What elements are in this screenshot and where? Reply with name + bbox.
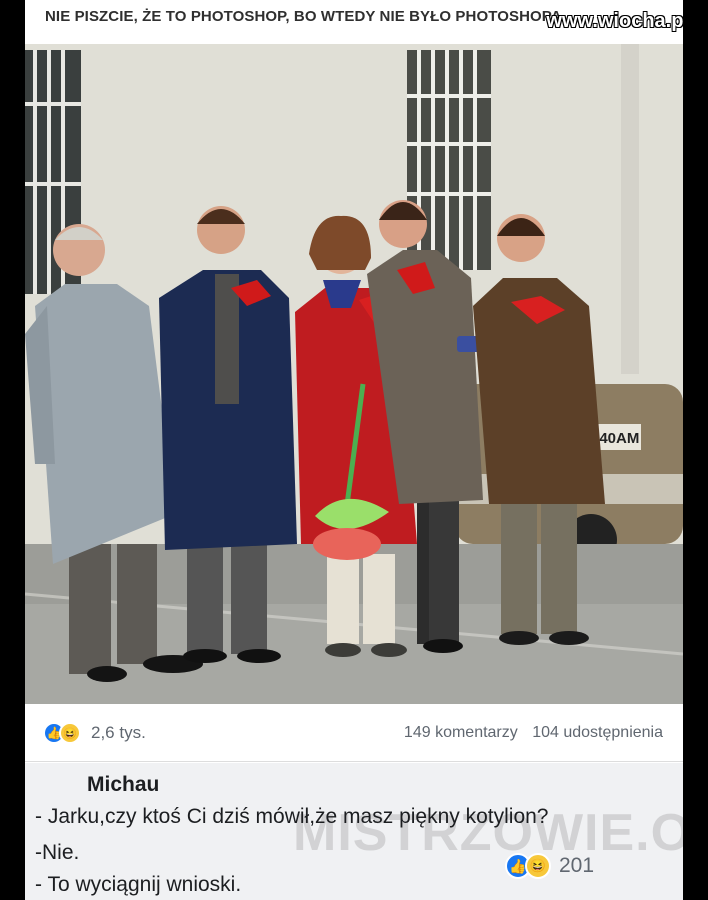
comment-line: - To wyciągnij wnioski. — [35, 873, 242, 896]
comment-line: - Jarku,czy ktoś Ci dziś mówił,że masz p… — [35, 805, 549, 828]
comments-count-link[interactable]: 149 komentarzy — [404, 724, 518, 741]
shares-count-link[interactable]: 104 udostępnienia — [532, 724, 663, 741]
post-reactions[interactable]: 👍 😆 2,6 tys. — [43, 722, 146, 744]
photo-illustration: 2040AM — [25, 44, 683, 704]
comment-reaction-count: 201 — [559, 854, 595, 877]
comment-line: -Nie. — [35, 841, 80, 864]
caption-bar: NIE PISZCIE, ŻE TO PHOTOSHOP, BO WTEDY N… — [25, 0, 683, 42]
haha-icon: 😆 — [59, 722, 81, 744]
meme-frame: NIE PISZCIE, ŻE TO PHOTOSHOP, BO WTEDY N… — [25, 0, 683, 900]
comment-author[interactable]: Michau — [87, 773, 159, 797]
comment-reactions[interactable]: 👍 😆 201 — [505, 853, 595, 879]
group-photo: 2040AM — [25, 44, 683, 704]
caption-text: NIE PISZCIE, ŻE TO PHOTOSHOP, BO WTEDY N… — [45, 8, 562, 25]
reaction-count[interactable]: 2,6 tys. — [91, 723, 146, 743]
post-stats-bar: 👍 😆 2,6 tys. 149 komentarzy 104 udostępn… — [25, 704, 683, 762]
haha-icon: 😆 — [525, 853, 551, 879]
site-watermark: www.wiocha.pl — [546, 10, 683, 32]
post-engagement: 149 komentarzy 104 udostępnienia — [404, 724, 663, 742]
comment-box: MISTRZOWIE.ORG Michau - Jarku,czy ktoś C… — [25, 763, 683, 900]
